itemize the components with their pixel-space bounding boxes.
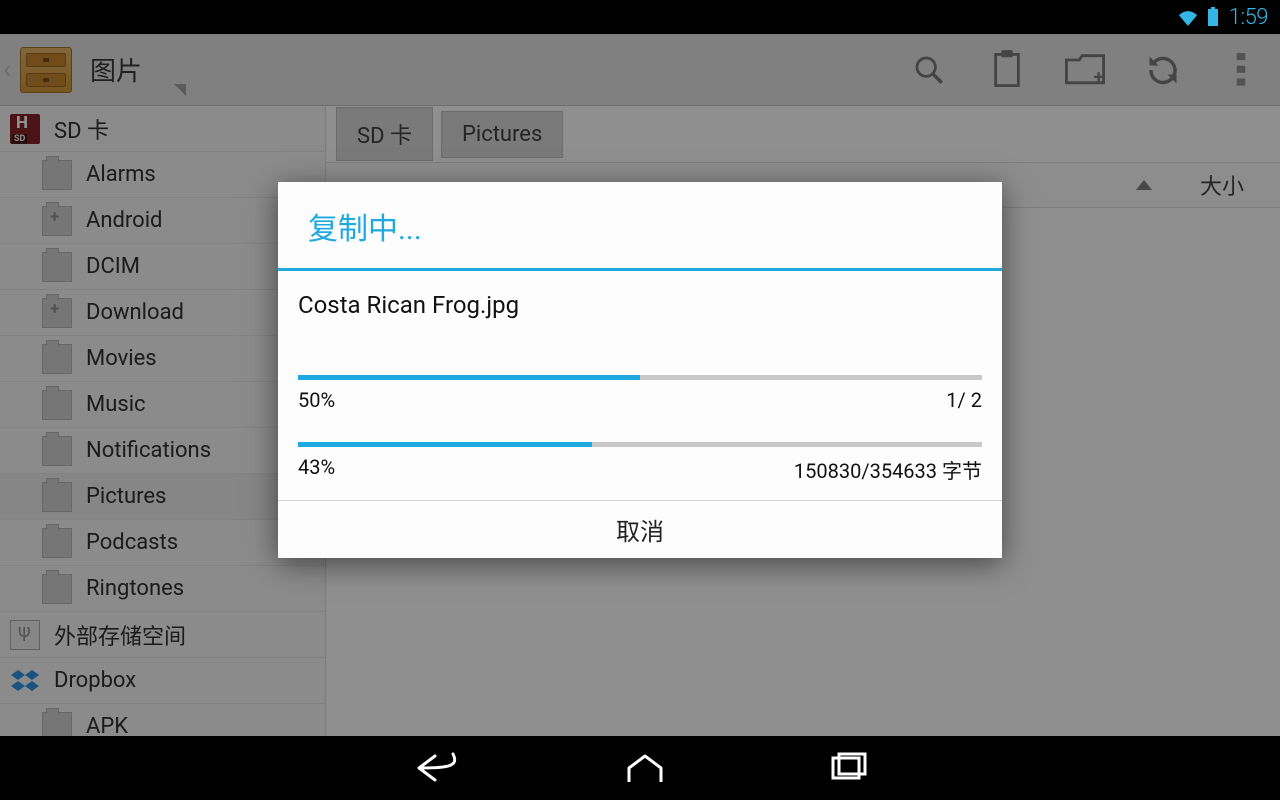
home-button[interactable] [623,748,667,788]
android-nav-bar [0,736,1280,800]
overall-progress-fill [298,375,640,380]
back-icon [409,748,463,788]
current-progress-bar [298,442,982,447]
cancel-label: 取消 [616,512,664,547]
current-progress-fill [298,442,592,447]
cancel-button[interactable]: 取消 [278,500,1002,558]
overall-percent: 50% [298,388,335,412]
recents-icon [827,748,871,788]
overall-count: 1/ 2 [946,388,982,412]
copy-progress-dialog: 复制中... Costa Rican Frog.jpg 50% 1/ 2 43%… [278,182,1002,558]
home-icon [623,748,667,788]
copying-filename: Costa Rican Frog.jpg [298,287,982,375]
recents-button[interactable] [827,748,871,788]
current-bytes: 150830/354633 字节 [794,455,982,484]
current-percent: 43% [298,455,335,484]
dialog-title: 复制中... [278,182,1002,268]
overall-progress-bar [298,375,982,380]
back-button[interactable] [409,748,463,788]
